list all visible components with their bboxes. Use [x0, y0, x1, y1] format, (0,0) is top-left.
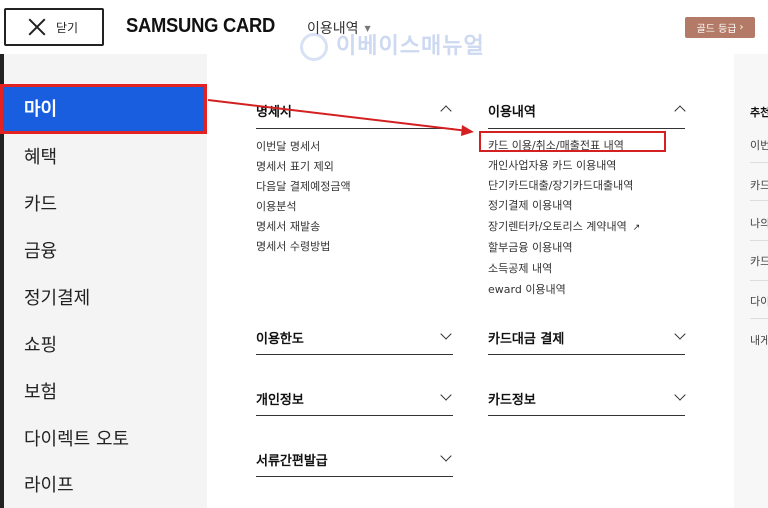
usage-item-autopay[interactable]: 정기결제 이용내역 [488, 197, 572, 213]
divider [256, 128, 453, 129]
divider [750, 240, 768, 241]
right-panel-item[interactable]: 이번 [750, 137, 768, 153]
right-panel-item[interactable]: 다이 [750, 293, 768, 309]
usage-item-installment[interactable]: 할부금융 이용내역 [488, 239, 572, 255]
statement-item-next-payment[interactable]: 다음달 결제예정금액 [256, 178, 351, 194]
sidebar-item-insurance[interactable]: 보험 [24, 378, 57, 404]
brand-logo[interactable]: SAMSUNG CARD [126, 15, 275, 38]
usage-item-rental-lease[interactable]: 장기렌터카/오토리스 계약내역 ↗ [488, 218, 640, 234]
statement-item-analysis[interactable]: 이용분석 [256, 198, 296, 214]
chevron-right-icon: › [739, 22, 744, 33]
external-link-icon: ↗ [632, 223, 641, 233]
sidebar-item-finance[interactable]: 금융 [24, 237, 57, 263]
divider [488, 354, 685, 355]
statement-item-this-month[interactable]: 이번달 명세서 [256, 138, 320, 154]
divider [750, 280, 768, 281]
right-panel-item[interactable]: 내게 [750, 332, 768, 348]
divider [750, 318, 768, 319]
right-panel [734, 54, 768, 508]
sidebar-item-card[interactable]: 카드 [24, 190, 57, 216]
usage-item-rental-lease-label: 장기렌터카/오토리스 계약내역 [488, 220, 627, 233]
sidebar-item-shopping[interactable]: 쇼핑 [24, 331, 57, 357]
statement-item-resend[interactable]: 명세서 재발송 [256, 218, 320, 234]
right-panel-title: 추천 [750, 106, 768, 119]
section-title-usage[interactable]: 이용내역 [488, 101, 536, 120]
right-panel-item[interactable]: 카드 [750, 253, 768, 269]
chevron-down-icon[interactable] [441, 331, 451, 341]
section-title-statement[interactable]: 명세서 [256, 101, 292, 120]
section-title-personal-info[interactable]: 개인정보 [256, 389, 304, 408]
divider [488, 415, 685, 416]
chevron-down-icon[interactable] [441, 392, 451, 402]
section-title-card-info[interactable]: 카드정보 [488, 389, 536, 408]
divider [750, 200, 768, 201]
section-title-limit[interactable]: 이용한도 [256, 328, 304, 347]
sidebar-item-autopay[interactable]: 정기결제 [24, 284, 90, 310]
sidebar-item-label: 마이 [24, 99, 58, 120]
right-panel-item[interactable]: 카드 [750, 177, 768, 193]
chevron-up-icon[interactable] [675, 103, 685, 113]
statement-item-exclude[interactable]: 명세서 표기 제외 [256, 158, 334, 174]
usage-item-business-card[interactable]: 개인사업자용 카드 이용내역 [488, 157, 616, 173]
sidebar-item-life[interactable]: 라이프 [24, 471, 74, 497]
grade-button[interactable]: 골드 등급 › [685, 17, 755, 38]
divider [488, 128, 685, 129]
header-menu-label: 이용내역 [307, 21, 359, 37]
sidebar-item-direct-auto[interactable]: 다이렉트 오토 [24, 425, 129, 451]
grade-button-label: 골드 등급 [696, 24, 737, 35]
close-button[interactable]: 닫기 [4, 8, 104, 46]
header-menu-dropdown[interactable]: 이용내역 ▼ [307, 18, 371, 38]
section-title-payment[interactable]: 카드대금 결제 [488, 328, 564, 347]
annotation-highlight-box [479, 131, 666, 152]
close-icon [28, 18, 46, 36]
sidebar-item-benefits[interactable]: 혜택 [24, 143, 57, 169]
divider [256, 354, 453, 355]
chevron-down-icon[interactable] [441, 453, 451, 463]
divider [256, 476, 453, 477]
chevron-down-icon[interactable] [675, 392, 685, 402]
chevron-up-icon[interactable] [441, 103, 451, 113]
header: 닫기 SAMSUNG CARD 이베이스매뉴얼 이용내역 ▼ 골드 등급 › [0, 0, 768, 61]
divider [750, 162, 768, 163]
usage-item-eward[interactable]: eward 이용내역 [488, 281, 566, 297]
statement-item-receive-method[interactable]: 명세서 수령방법 [256, 238, 330, 254]
section-title-documents[interactable]: 서류간편발급 [256, 450, 328, 469]
chevron-down-icon[interactable] [675, 331, 685, 341]
usage-item-tax-deduction[interactable]: 소득공제 내역 [488, 260, 552, 276]
close-button-label: 닫기 [56, 20, 79, 35]
usage-item-card-loans[interactable]: 단기카드대출/장기카드대출내역 [488, 177, 633, 193]
caret-down-icon: ▼ [364, 23, 371, 33]
divider [256, 415, 453, 416]
right-panel-item[interactable]: 나의 [750, 215, 768, 231]
